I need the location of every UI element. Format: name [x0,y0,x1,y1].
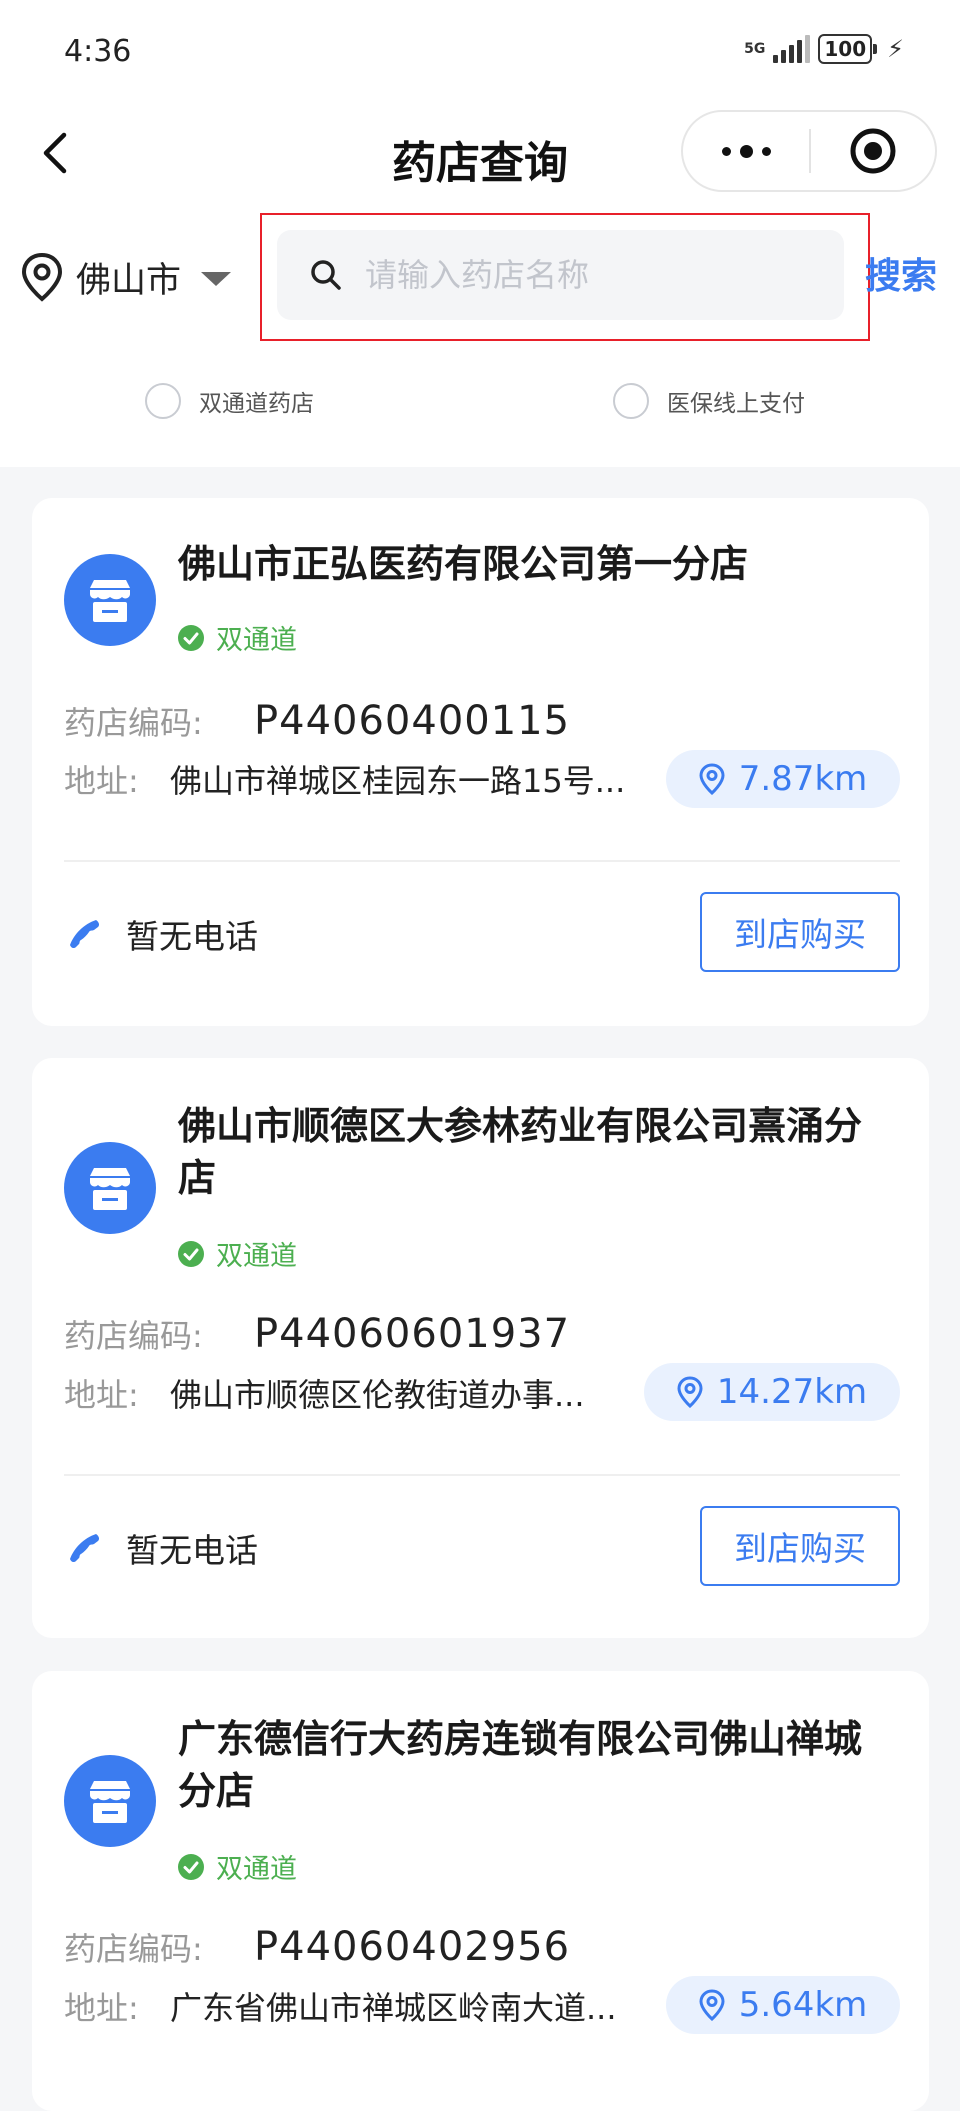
signal-icon [773,35,811,63]
distance-button[interactable]: 14.27km [644,1363,900,1421]
caret-down-icon [201,272,232,286]
store-icon [64,1755,156,1847]
pharmacy-card[interactable]: 佛山市顺德区大参林药业有限公司熹涌分店 双通道 药店编码: P440606019… [32,1058,929,1638]
store-icon [64,1142,156,1234]
store-icon [64,554,156,646]
pharmacy-card[interactable]: 佛山市正弘医药有限公司第一分店 双通道 药店编码: P44060400115 地… [32,498,929,1026]
network-type: 5G [744,41,766,57]
pharmacy-card[interactable]: 广东德信行大药房连锁有限公司佛山禅城分店 双通道 药店编码: P44060402… [32,1671,929,2111]
search-box[interactable] [277,230,844,320]
status-icons: 5G 100 ⚡ [744,34,904,64]
pharmacy-name: 佛山市正弘医药有限公司第一分店 [178,542,749,586]
distance-value: 7.87km [738,759,868,799]
status-bar: 4:36 5G 100 ⚡ [0,0,960,105]
search-icon [311,260,341,290]
code-label: 药店编码: [64,704,203,742]
location-pin-icon [699,763,725,795]
back-button[interactable] [28,123,88,183]
header-area: 4:36 5G 100 ⚡ 药店查询 佛山市 请输入药店名称 搜索 双通道药店 … [0,0,960,467]
pharmacy-name: 广东德信行大药房连锁有限公司佛山禅城分店 [178,1717,863,1813]
pharmacy-address-row: 地址: 佛山市禅城区桂园东一路15号... [64,756,625,802]
phone-icon [70,920,100,949]
chevron-left-icon [43,132,67,174]
pharmacy-code-row: 药店编码: P44060402956 [64,1924,570,1970]
pharmacy-address: 广东省佛山市禅城区岭南大道... [170,1989,617,2027]
city-name: 佛山市 [76,260,182,301]
dual-channel-badge: 双通道 [178,1234,297,1273]
check-circle-icon [178,624,204,651]
location-pin-icon [699,1989,725,2021]
pharmacy-name: 佛山市顺德区大参林药业有限公司熹涌分店 [178,1104,863,1200]
target-circle-icon [850,128,896,174]
pharmacy-address-row: 地址: 广东省佛山市禅城区岭南大道... [64,1983,617,2029]
pharmacy-address: 佛山市禅城区桂园东一路15号... [170,762,626,800]
status-time: 4:36 [64,34,132,69]
buy-in-store-button[interactable]: 到店购买 [700,892,900,972]
check-circle-icon [178,1240,204,1267]
check-circle-icon [178,1853,204,1880]
dual-channel-badge: 双通道 [178,618,297,657]
charging-icon: ⚡ [887,35,904,63]
filter-row: 双通道药店 医保线上支付 [0,345,960,455]
distance-value: 14.27km [716,1372,868,1412]
filter-online-insurance-pay[interactable]: 医保线上支付 [613,383,805,419]
card-divider [64,1474,900,1476]
phone-text: 暂无电话 [126,917,258,956]
pharmacy-code: P44060601937 [254,1311,571,1357]
nav-bar: 药店查询 [0,105,960,205]
more-button[interactable] [683,112,809,190]
code-label: 药店编码: [64,1930,203,1968]
search-row: 佛山市 搜索 [0,205,960,345]
pharmacy-code: P44060402956 [254,1924,571,1970]
badge-label: 双通道 [216,1854,297,1885]
more-dots-icon [721,144,771,158]
distance-button[interactable]: 7.87km [666,750,900,808]
pharmacy-code: P44060400115 [254,698,571,744]
dual-channel-badge: 双通道 [178,1847,297,1886]
close-mini-program-button[interactable] [811,112,935,190]
phone-icon [70,1534,100,1563]
location-pin-icon [677,1376,703,1408]
address-label: 地址: [64,1376,139,1414]
phone-row: 暂无电话 [68,1524,258,1572]
pharmacy-address-row: 地址: 佛山市顺德区伦教街道办事... [64,1370,585,1416]
search-button[interactable]: 搜索 [865,247,937,299]
battery-icon: 100 [818,34,878,64]
filter-dual-channel[interactable]: 双通道药店 [145,383,314,419]
location-pin-icon [21,252,63,302]
buy-in-store-button[interactable]: 到店购买 [700,1506,900,1586]
distance-button[interactable]: 5.64km [666,1976,900,2034]
pharmacy-address: 佛山市顺德区伦教街道办事... [170,1376,585,1414]
address-label: 地址: [64,1989,139,2027]
search-input[interactable] [363,255,827,295]
badge-label: 双通道 [216,1241,297,1272]
filter-label: 医保线上支付 [667,391,805,417]
pharmacy-code-row: 药店编码: P44060400115 [64,698,570,744]
badge-label: 双通道 [216,625,297,656]
address-label: 地址: [64,762,139,800]
radio-unchecked-icon[interactable] [145,383,181,419]
code-label: 药店编码: [64,1317,203,1355]
phone-row: 暂无电话 [68,910,258,958]
mini-program-capsule [681,110,937,192]
phone-text: 暂无电话 [126,1531,258,1570]
filter-label: 双通道药店 [199,391,314,417]
city-selector[interactable]: 佛山市 [20,249,232,305]
radio-unchecked-icon[interactable] [613,383,649,419]
battery-level: 100 [818,34,873,64]
distance-value: 5.64km [738,1985,868,2025]
card-divider [64,860,900,862]
pharmacy-code-row: 药店编码: P44060601937 [64,1311,570,1357]
